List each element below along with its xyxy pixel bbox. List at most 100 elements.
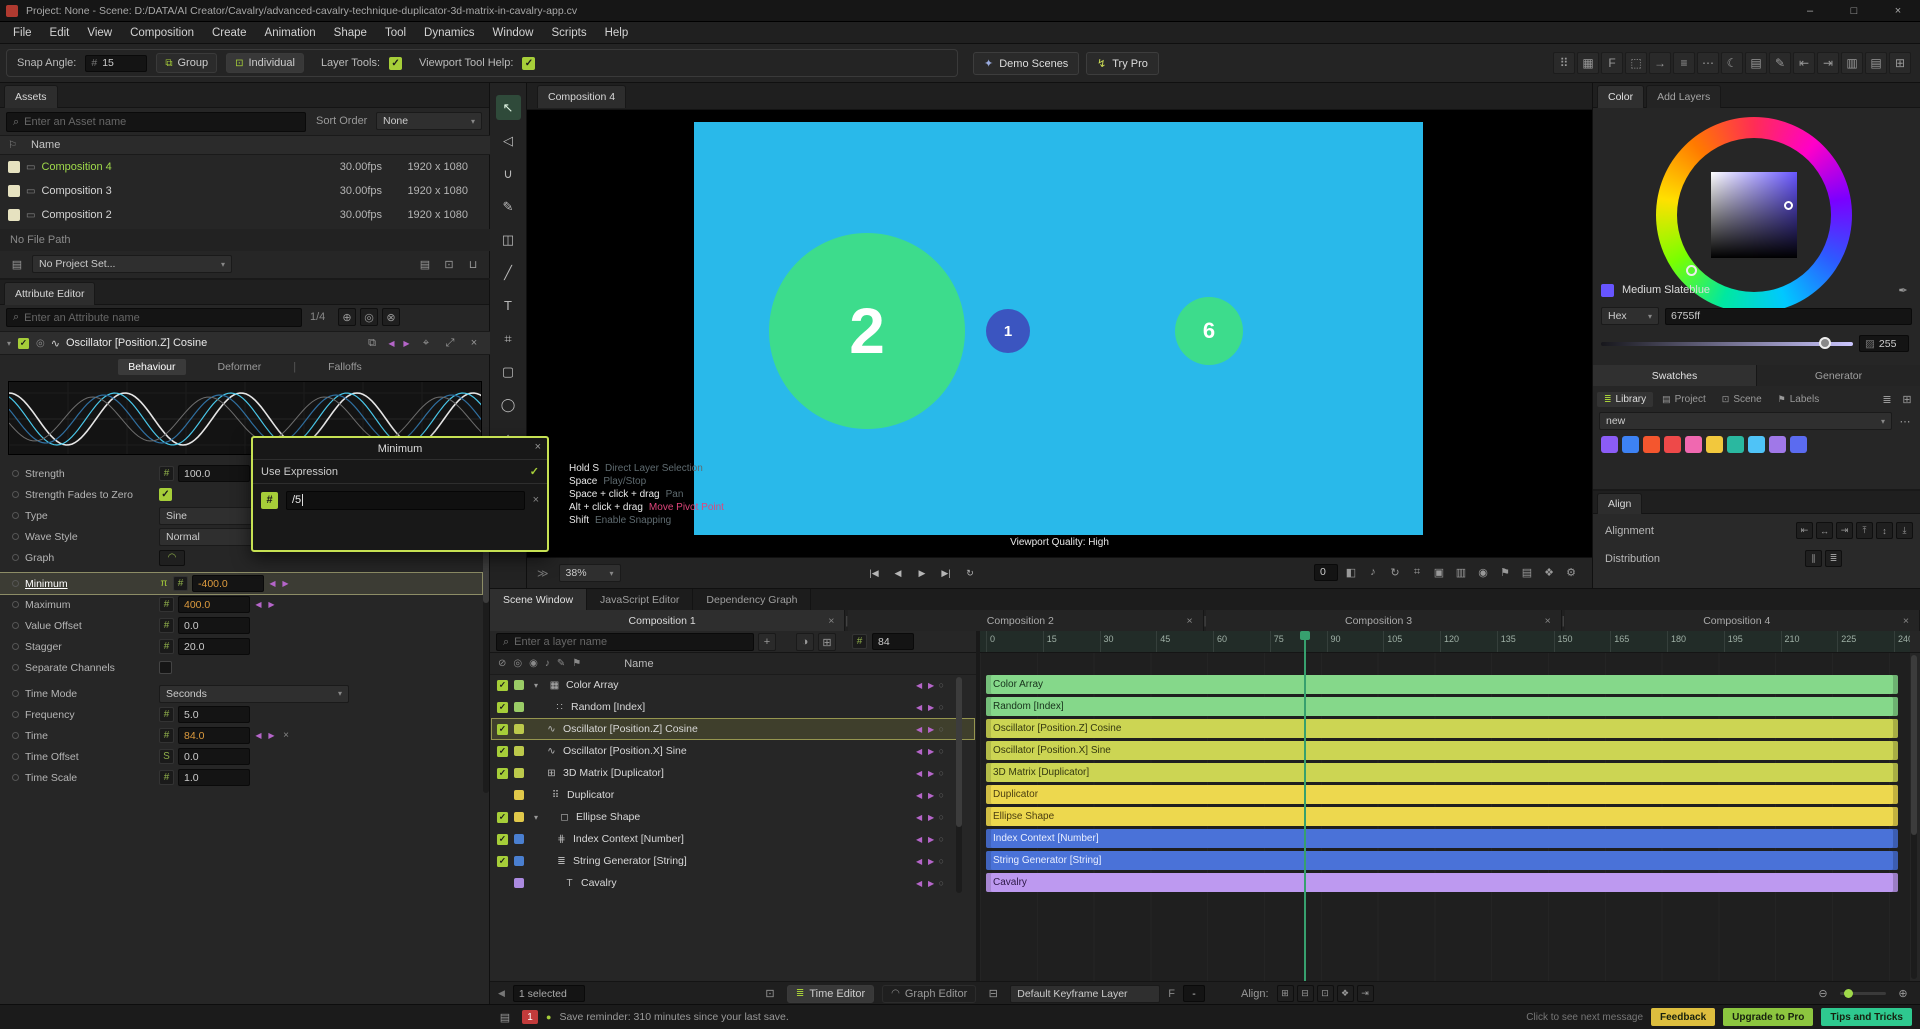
comp-tab-4[interactable]: Composition 4 × bbox=[1564, 610, 1920, 631]
expression-hash-badge[interactable]: # bbox=[261, 491, 278, 509]
panel-toggle-icon[interactable]: ▤ bbox=[496, 1008, 514, 1026]
tab-composition-4[interactable]: Composition 4 bbox=[537, 85, 627, 108]
ellipse-tool[interactable]: ◯ bbox=[496, 392, 521, 417]
list-view-icon[interactable]: ≣ bbox=[1878, 391, 1896, 409]
distribute-v-icon[interactable]: ≣ bbox=[1825, 550, 1842, 567]
panel-icon[interactable]: ▦ bbox=[1577, 52, 1599, 74]
close-icon[interactable]: × bbox=[465, 334, 483, 352]
prev-keyframe-arrow[interactable]: ◀ bbox=[268, 579, 277, 588]
dropdown[interactable]: Sine▾ bbox=[159, 506, 263, 525]
target-icon[interactable]: ◎ bbox=[360, 308, 378, 326]
keyframe-circle-icon[interactable]: ○ bbox=[939, 746, 944, 756]
hash-badge[interactable]: # bbox=[159, 597, 174, 612]
dropdown[interactable]: Normal▾ bbox=[159, 527, 263, 546]
try-pro-button[interactable]: ↯ Try Pro bbox=[1086, 52, 1159, 75]
snap-angle-field[interactable]: #15 bbox=[85, 54, 148, 72]
demo-scenes-button[interactable]: ✦ Demo Scenes bbox=[973, 52, 1080, 75]
next-keyframe-arrow[interactable]: ▶ bbox=[927, 813, 936, 822]
menu-composition[interactable]: Composition bbox=[121, 22, 203, 44]
next-keyframe-arrow[interactable]: ▶ bbox=[267, 600, 276, 609]
enabled-checkbox[interactable]: ✓ bbox=[17, 337, 30, 349]
tab-deformer[interactable]: Deformer bbox=[208, 359, 272, 375]
keyframe-circle-icon[interactable]: ○ bbox=[939, 812, 944, 822]
expression-pi-icon[interactable]: π bbox=[159, 578, 169, 589]
refresh-icon[interactable]: ↻ bbox=[1386, 563, 1404, 581]
prev-keyframe-arrow[interactable]: ◀ bbox=[915, 813, 924, 822]
number-field[interactable]: -400.0 bbox=[192, 575, 264, 592]
next-keyframe-arrow[interactable]: ▶ bbox=[402, 339, 411, 348]
layer-color-chip[interactable] bbox=[514, 702, 524, 712]
layer-row-color-array[interactable]: ✓ ▾ ▦ Color Array ◀ ▶ ○ bbox=[492, 675, 974, 695]
minimize-button[interactable]: – bbox=[1788, 0, 1832, 22]
visibility-icon[interactable]: ◉ bbox=[1474, 563, 1492, 581]
hash-badge[interactable]: # bbox=[159, 618, 174, 633]
enabled-checkbox[interactable]: ✓ bbox=[496, 811, 509, 823]
solo-circle-icon[interactable]: ◎ bbox=[36, 338, 45, 349]
menu-tool[interactable]: Tool bbox=[376, 22, 415, 44]
hex-mode-dropdown[interactable]: Hex ▾ bbox=[1601, 307, 1659, 325]
prev-keyframe-arrow[interactable]: ◀ bbox=[915, 681, 924, 690]
tips-and-tricks-button[interactable]: Tips and Tricks bbox=[1821, 1008, 1912, 1026]
swatch-0[interactable] bbox=[1601, 436, 1618, 453]
popup-title-bar[interactable]: Minimum × bbox=[253, 438, 547, 460]
keyframe-circle-icon[interactable]: ○ bbox=[939, 702, 944, 712]
tab-align[interactable]: Align bbox=[1597, 493, 1643, 514]
layer-row-oscillator-position-x-sine[interactable]: ✓ ∿ Oscillator [Position.X] Sine ◀ ▶ ○ bbox=[492, 741, 974, 761]
hash-badge[interactable]: # bbox=[159, 639, 174, 654]
line-tool[interactable]: ╱ bbox=[496, 260, 521, 285]
tab-swatches[interactable]: Swatches bbox=[1593, 365, 1757, 386]
asset-search-input[interactable]: ⌕ Enter an Asset name bbox=[6, 112, 306, 132]
package-icon[interactable]: ⊡ bbox=[440, 255, 458, 273]
timeline-ruler[interactable]: 0 15 30 45 60 75 90 105 120 135 150 165 180 195 210 225… bbox=[980, 631, 1910, 653]
enabled-checkbox[interactable]: ✓ bbox=[496, 745, 509, 757]
layer-color-chip[interactable] bbox=[514, 768, 524, 778]
direct-select-tool[interactable]: ◁ bbox=[496, 128, 521, 153]
select-tool[interactable]: ↖ bbox=[495, 95, 521, 120]
align-bottom-icon[interactable]: ⤓ bbox=[1896, 522, 1913, 539]
swatch-1[interactable] bbox=[1622, 436, 1639, 453]
close-icon[interactable]: × bbox=[1543, 615, 1553, 627]
hash-badge[interactable]: # bbox=[159, 770, 174, 785]
layer-color-chip[interactable] bbox=[514, 856, 524, 866]
menu-scripts[interactable]: Scripts bbox=[542, 22, 595, 44]
keyframe-dot-icon[interactable] bbox=[12, 580, 19, 587]
layer-row-random-index[interactable]: ✓ ∷ Random [Index] ◀ ▶ ○ bbox=[492, 697, 974, 717]
collapse-caret-icon[interactable]: ▾ bbox=[7, 339, 11, 348]
menu-view[interactable]: View bbox=[78, 22, 121, 44]
tab-behaviour[interactable]: Behaviour bbox=[118, 359, 186, 375]
notification-badge[interactable]: 1 bbox=[522, 1010, 538, 1024]
align-top-icon[interactable]: ⤒ bbox=[1856, 522, 1873, 539]
swatch-5[interactable] bbox=[1706, 436, 1723, 453]
tab-generator[interactable]: Generator bbox=[1757, 365, 1920, 386]
sv-selector[interactable] bbox=[1784, 201, 1793, 210]
enabled-checkbox[interactable]: ✓ bbox=[496, 767, 509, 779]
enabled-checkbox[interactable]: ✓ bbox=[496, 833, 509, 845]
menu-create[interactable]: Create bbox=[203, 22, 256, 44]
timeline-track-area[interactable] bbox=[980, 653, 1910, 981]
expand-panel-icon[interactable]: ≫ bbox=[537, 567, 549, 580]
alpha-slider-handle[interactable] bbox=[1819, 337, 1831, 349]
shape-circle[interactable]: 1 bbox=[986, 309, 1030, 353]
timeline-zoom-slider[interactable] bbox=[1840, 989, 1886, 998]
prev-keyframe-arrow[interactable]: ◀ bbox=[254, 600, 263, 609]
composition-canvas[interactable]: 21 6 bbox=[694, 122, 1423, 535]
viewport-tool-help-checkbox[interactable]: ✓ bbox=[522, 56, 536, 70]
menu-shape[interactable]: Shape bbox=[325, 22, 376, 44]
number-field[interactable]: 0.0 bbox=[178, 617, 250, 634]
zoom-out-icon[interactable]: ⊖ bbox=[1814, 985, 1832, 1003]
hash-badge[interactable]: # bbox=[159, 728, 174, 743]
enabled-checkbox[interactable]: ✓ bbox=[496, 855, 509, 867]
clear-expression-icon[interactable]: × bbox=[533, 494, 539, 506]
align-lines-icon[interactable]: ≡ bbox=[1673, 52, 1695, 74]
menu-help[interactable]: Help bbox=[596, 22, 638, 44]
swatch-9[interactable] bbox=[1790, 436, 1807, 453]
layer-row-string-generator-string[interactable]: ✓ ≣ String Generator [String] ◀ ▶ ○ bbox=[492, 851, 974, 871]
jump-end-icon[interactable]: ⇥ bbox=[1356, 985, 1374, 1002]
distribute-h-icon[interactable]: ∥ bbox=[1805, 550, 1822, 567]
expand-caret-icon[interactable]: ▾ bbox=[534, 813, 538, 822]
maximize-button[interactable]: □ bbox=[1832, 0, 1876, 22]
text-tool[interactable]: T bbox=[496, 293, 521, 318]
hash-badge[interactable]: S bbox=[159, 749, 174, 764]
upgrade-to-pro-button[interactable]: Upgrade to Pro bbox=[1723, 1008, 1814, 1026]
align-right-icon[interactable]: ⇥ bbox=[1836, 522, 1853, 539]
